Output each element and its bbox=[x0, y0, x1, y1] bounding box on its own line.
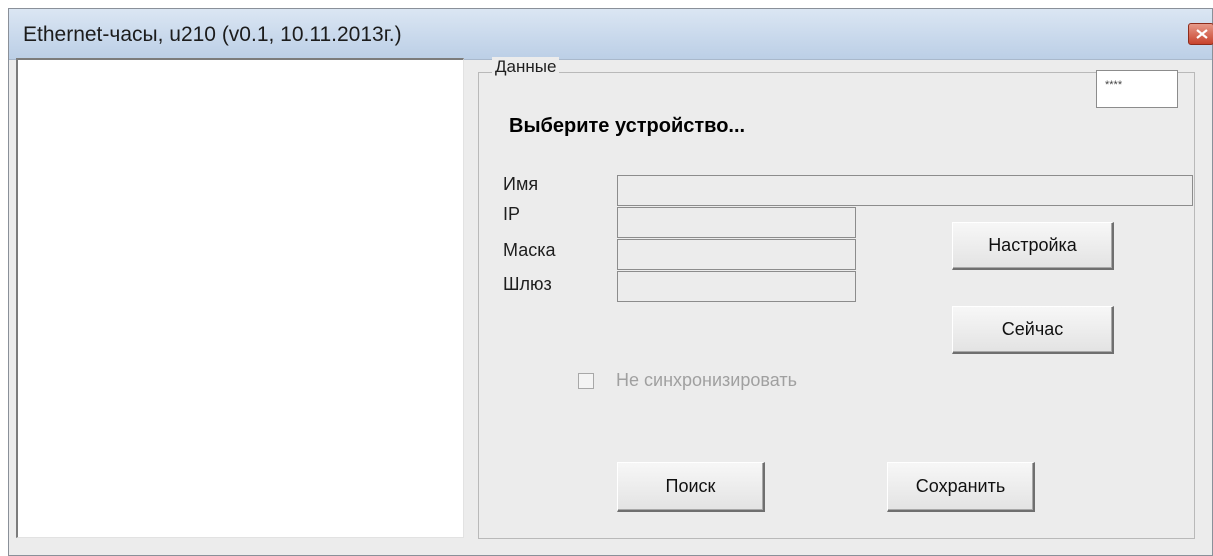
name-field[interactable] bbox=[617, 175, 1193, 206]
device-list[interactable] bbox=[16, 58, 464, 538]
groupbox-label: Данные bbox=[492, 57, 560, 77]
title-bar[interactable]: Ethernet-часы, u210 (v0.1, 10.11.2013г.) bbox=[9, 9, 1213, 60]
save-button[interactable]: Сохранить bbox=[887, 462, 1035, 512]
mask-label: Маска bbox=[503, 240, 556, 260]
now-button[interactable]: Сейчас bbox=[952, 306, 1114, 354]
close-button[interactable] bbox=[1188, 23, 1213, 45]
settings-button[interactable]: Настройка bbox=[952, 222, 1114, 270]
gateway-field[interactable] bbox=[617, 271, 856, 302]
select-device-heading: Выберите устройство... bbox=[509, 115, 746, 137]
mask-field[interactable] bbox=[617, 239, 856, 270]
gateway-label: Шлюз bbox=[503, 274, 552, 294]
ip-field[interactable] bbox=[617, 207, 856, 238]
no-sync-checkbox[interactable] bbox=[578, 373, 594, 389]
window-title: Ethernet-часы, u210 (v0.1, 10.11.2013г.) bbox=[23, 23, 402, 46]
password-field[interactable]: **** bbox=[1096, 70, 1178, 108]
name-label: Имя bbox=[503, 174, 539, 194]
search-button[interactable]: Поиск bbox=[617, 462, 765, 512]
close-icon bbox=[1196, 29, 1208, 39]
ip-label: IP bbox=[503, 204, 521, 224]
no-sync-label: Не синхронизировать bbox=[616, 370, 797, 390]
